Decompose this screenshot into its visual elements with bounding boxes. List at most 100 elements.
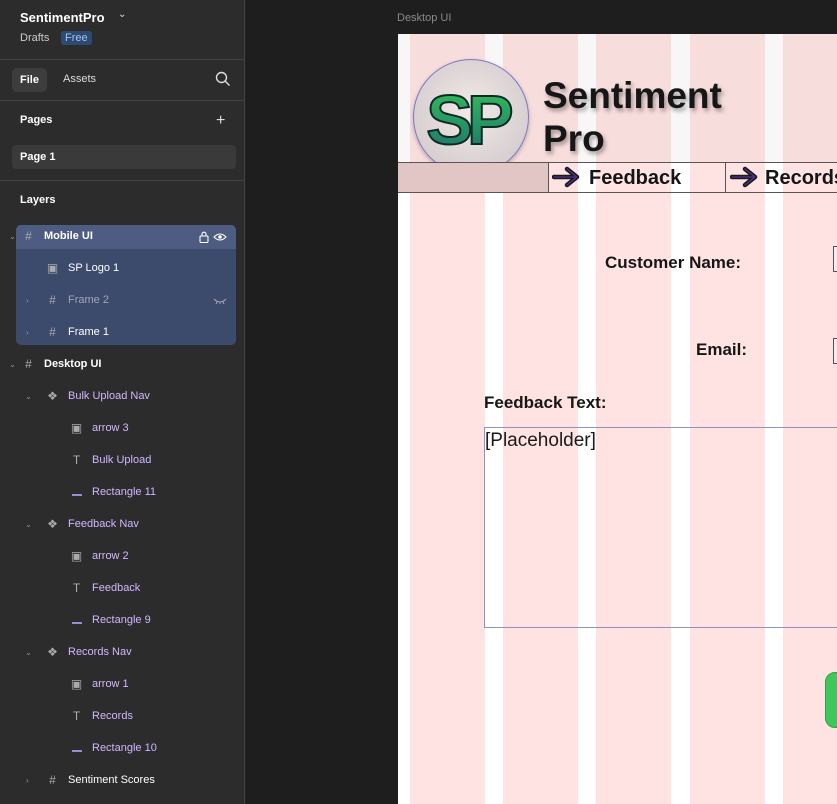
component-icon: ❖: [47, 389, 58, 403]
customer-name-input[interactable]: [833, 246, 837, 272]
feedback-text-label: Feedback Text:: [484, 393, 607, 412]
layer-label: Mobile UI: [44, 230, 93, 242]
layers-title: Layers: [20, 194, 56, 206]
brand-line-1: Sentiment: [543, 75, 722, 116]
layer-desktop-ui[interactable]: ⌄ # Desktop UI: [0, 349, 245, 381]
layer-label: Desktop UI: [44, 358, 102, 370]
layer-label: arrow 1: [92, 678, 129, 690]
design-canvas[interactable]: Desktop UI SP Sentiment Pro Feedback Rec…: [246, 0, 837, 804]
divider: [0, 180, 245, 181]
layer-label: Feedback Nav: [68, 518, 139, 530]
layer-label: Bulk Upload Nav: [68, 390, 150, 402]
layer-arrow-3[interactable]: ▣ arrow 3: [0, 413, 245, 445]
frame-icon: #: [25, 357, 32, 371]
rectangle-icon: [70, 486, 83, 499]
sp-logo-mark: SP: [425, 80, 519, 160]
nav-separator: [548, 162, 549, 193]
tab-file[interactable]: File: [12, 68, 47, 92]
rectangle-icon: [70, 614, 83, 627]
divider: [0, 59, 245, 60]
layer-rectangle-10[interactable]: Rectangle 10: [0, 733, 245, 765]
layer-label: arrow 3: [92, 422, 129, 434]
submit-button[interactable]: [825, 672, 837, 728]
lock-icon[interactable]: [199, 231, 209, 243]
text-icon: T: [72, 709, 81, 723]
arrow-right-icon: [730, 166, 758, 188]
frame-icon: #: [49, 773, 56, 787]
eye-closed-icon[interactable]: [213, 298, 227, 304]
brand-line-2: Pro: [543, 118, 605, 159]
chevron-right-icon[interactable]: ›: [26, 776, 29, 785]
layer-bulk-upload-nav[interactable]: ⌄ ❖ Bulk Upload Nav: [0, 381, 245, 413]
layer-label: Rectangle 11: [92, 486, 157, 498]
layer-sentiment-scores[interactable]: › # Sentiment Scores: [0, 765, 245, 797]
text-icon: T: [72, 581, 81, 595]
image-icon: ▣: [70, 677, 83, 691]
chevron-down-icon[interactable]: ⌄: [9, 360, 16, 369]
email-input[interactable]: [833, 338, 837, 364]
chevron-right-icon[interactable]: ›: [26, 328, 29, 337]
chevron-right-icon[interactable]: ›: [26, 296, 29, 305]
layer-label: Records: [92, 710, 133, 722]
layer-records[interactable]: T Records: [0, 701, 245, 733]
layer-feedback-nav[interactable]: ⌄ ❖ Feedback Nav: [0, 509, 245, 541]
layers-sidebar: SentimentPro ⌄ Drafts Free File Assets P…: [0, 0, 245, 804]
layer-label: Rectangle 9: [92, 614, 151, 626]
image-icon: ▣: [70, 549, 83, 563]
frame-icon: #: [49, 293, 56, 307]
tab-assets[interactable]: Assets: [63, 73, 96, 85]
chevron-down-icon[interactable]: ⌄: [25, 520, 32, 529]
layer-label: Frame 1: [68, 326, 109, 338]
plan-badge: Free: [61, 31, 92, 45]
layer-label: SP Logo 1: [68, 262, 120, 274]
eye-icon[interactable]: [213, 232, 227, 242]
layer-label: arrow 2: [92, 550, 129, 562]
layer-label: Frame 2: [68, 294, 109, 306]
chevron-down-icon[interactable]: ⌄: [25, 648, 32, 657]
nav-records[interactable]: Records: [765, 167, 837, 190]
layer-arrow-2[interactable]: ▣ arrow 2: [0, 541, 245, 573]
rectangle-icon: [70, 742, 83, 755]
layer-label: Bulk Upload: [92, 454, 152, 466]
page-item-page-1[interactable]: Page 1: [12, 145, 236, 169]
layer-label: Rectangle 10: [92, 742, 157, 754]
add-page-icon[interactable]: +: [216, 113, 225, 129]
component-icon: ❖: [47, 645, 58, 659]
feedback-textarea[interactable]: [Placeholder]: [484, 427, 837, 628]
divider: [0, 100, 245, 101]
frame-icon: #: [25, 229, 32, 243]
desktop-ui-frame[interactable]: SP Sentiment Pro Feedback Records Custom…: [398, 34, 837, 804]
customer-name-label: Customer Name:: [605, 253, 742, 272]
arrow-right-icon: [552, 166, 580, 188]
layer-frame-1[interactable]: › # Frame 1: [0, 317, 245, 349]
pages-title: Pages: [20, 114, 53, 126]
layer-sp-logo-1[interactable]: ▣ SP Logo 1: [0, 253, 245, 285]
image-icon: ▣: [46, 261, 59, 275]
sp-logo[interactable]: SP: [413, 59, 529, 175]
chevron-down-icon[interactable]: ⌄: [118, 9, 126, 20]
logo-text: SP: [426, 81, 512, 159]
drafts-label[interactable]: Drafts: [20, 32, 49, 44]
layer-feedback[interactable]: T Feedback: [0, 573, 245, 605]
layer-label: Sentiment Scores: [68, 774, 155, 786]
layer-rectangle-11[interactable]: Rectangle 11: [0, 477, 245, 509]
brand-title: Sentiment Pro: [543, 74, 722, 160]
text-icon: T: [72, 453, 81, 467]
component-icon: ❖: [47, 517, 58, 531]
image-icon: ▣: [70, 421, 83, 435]
layer-records-nav[interactable]: ⌄ ❖ Records Nav: [0, 637, 245, 669]
search-icon[interactable]: [215, 71, 231, 87]
frame-icon: #: [49, 325, 56, 339]
chevron-down-icon[interactable]: ⌄: [25, 392, 32, 401]
layer-label: Feedback: [92, 582, 141, 594]
layer-frame-2[interactable]: › # Frame 2: [0, 285, 245, 317]
layer-bulk-upload[interactable]: T Bulk Upload: [0, 445, 245, 477]
nav-separator: [725, 162, 726, 193]
project-name[interactable]: SentimentPro: [20, 10, 105, 25]
layer-arrow-1[interactable]: ▣ arrow 1: [0, 669, 245, 701]
chevron-down-icon[interactable]: ⌄: [9, 232, 16, 241]
frame-label[interactable]: Desktop UI: [397, 12, 451, 24]
layer-label: Records Nav: [68, 646, 132, 658]
nav-feedback[interactable]: Feedback: [589, 167, 681, 190]
layer-rectangle-9[interactable]: Rectangle 9: [0, 605, 245, 637]
